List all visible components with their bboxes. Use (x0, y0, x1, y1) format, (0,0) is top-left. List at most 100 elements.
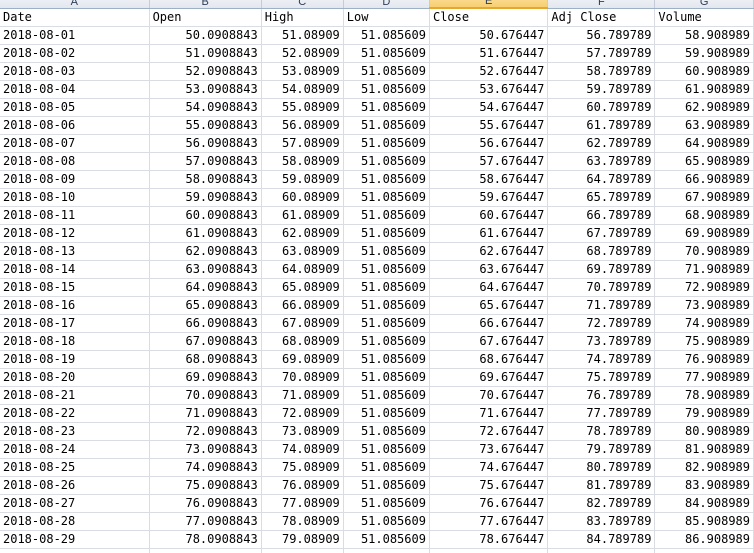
cell-low[interactable]: 51.085609 (343, 314, 430, 333)
cell-close[interactable]: 78.676447 (429, 530, 549, 549)
cell-volume[interactable]: 84.908989 (654, 494, 754, 513)
cell-date[interactable]: 2018-08-14 (0, 260, 150, 279)
cell-volume[interactable]: 85.908989 (654, 512, 754, 531)
cell-adj-close[interactable]: 76.789789 (547, 386, 656, 405)
cell-open[interactable]: 60.0908843 (149, 206, 262, 225)
cell-close[interactable]: 76.676447 (429, 494, 549, 513)
cell-date[interactable]: 2018-08-26 (0, 476, 150, 495)
cell-low[interactable]: 51.085609 (343, 242, 430, 261)
cell-open[interactable]: 69.0908843 (149, 368, 262, 387)
cell-adj-close[interactable]: 62.789789 (547, 134, 656, 153)
cell-close[interactable]: 67.676447 (429, 332, 549, 351)
cell-low[interactable]: 51.085609 (343, 458, 430, 477)
cell-volume[interactable]: 62.908989 (654, 98, 754, 117)
cell-low[interactable]: 51.085609 (343, 206, 430, 225)
cell-close[interactable]: 68.676447 (429, 350, 549, 369)
cell-volume[interactable]: 66.908989 (654, 170, 754, 189)
cell-high[interactable]: 74.08909 (261, 440, 344, 459)
cell-volume[interactable]: 63.908989 (654, 116, 754, 135)
cell-open[interactable]: 72.0908843 (149, 422, 262, 441)
cell-high[interactable]: 76.08909 (261, 476, 344, 495)
cell-low[interactable]: 51.085609 (343, 476, 430, 495)
cell-open[interactable]: 54.0908843 (149, 98, 262, 117)
cell-adj-close[interactable]: 66.789789 (547, 206, 656, 225)
cell-open[interactable]: 71.0908843 (149, 404, 262, 423)
cell-low[interactable]: 51.085609 (343, 440, 430, 459)
cell-date[interactable]: 2018-08-27 (0, 494, 150, 513)
cell-header-date[interactable]: Date (0, 8, 150, 27)
cell-close[interactable]: 54.676447 (429, 98, 549, 117)
cell-volume[interactable]: 75.908989 (654, 332, 754, 351)
cell-open[interactable]: 74.0908843 (149, 458, 262, 477)
cell-adj-close[interactable]: 81.789789 (547, 476, 656, 495)
cell-high[interactable]: 61.08909 (261, 206, 344, 225)
cell-adj-close[interactable]: 75.789789 (547, 368, 656, 387)
cell-low[interactable]: 51.085609 (343, 80, 430, 99)
cell-open[interactable]: 53.0908843 (149, 80, 262, 99)
cell-header-volume[interactable]: Volume (654, 8, 754, 27)
cell-low[interactable]: 51.085609 (343, 170, 430, 189)
cell-adj-close[interactable]: 56.789789 (547, 26, 656, 45)
cell-adj-close[interactable]: 65.789789 (547, 188, 656, 207)
cell-close[interactable]: 55.676447 (429, 116, 549, 135)
cell-adj-close[interactable]: 82.789789 (547, 494, 656, 513)
cell-low[interactable]: 51.085609 (343, 134, 430, 153)
cell-close[interactable]: 66.676447 (429, 314, 549, 333)
cell-date[interactable]: 2018-08-09 (0, 170, 150, 189)
cell-header-close[interactable]: Close (429, 8, 549, 27)
cell-open[interactable]: 50.0908843 (149, 26, 262, 45)
cell-open[interactable]: 64.0908843 (149, 278, 262, 297)
cell-close[interactable]: 57.676447 (429, 152, 549, 171)
cell-volume[interactable]: 81.908989 (654, 440, 754, 459)
cell-close[interactable]: 56.676447 (429, 134, 549, 153)
cell-low[interactable]: 51.085609 (343, 386, 430, 405)
cell-close[interactable]: 52.676447 (429, 62, 549, 81)
cell-close[interactable]: 60.676447 (429, 206, 549, 225)
cell-volume[interactable]: 72.908989 (654, 278, 754, 297)
cell-open[interactable]: 76.0908843 (149, 494, 262, 513)
cell-close[interactable]: 75.676447 (429, 476, 549, 495)
cell-low[interactable]: 51.085609 (343, 512, 430, 531)
cell-low[interactable]: 51.085609 (343, 422, 430, 441)
cell-low[interactable]: 51.085609 (343, 494, 430, 513)
cell-adj-close[interactable]: 79.789789 (547, 440, 656, 459)
cell-close[interactable]: 74.676447 (429, 458, 549, 477)
cell-date[interactable]: 2018-08-12 (0, 224, 150, 243)
cell-close[interactable]: 65.676447 (429, 296, 549, 315)
cell-volume[interactable]: 79.908989 (654, 404, 754, 423)
cell-open[interactable]: 51.0908843 (149, 44, 262, 63)
cell-volume[interactable]: 82.908989 (654, 458, 754, 477)
cell-date[interactable]: 2018-08-22 (0, 404, 150, 423)
cell-adj-close[interactable]: 57.789789 (547, 44, 656, 63)
column-header-g[interactable]: G (654, 0, 754, 9)
cell-date[interactable]: 2018-08-08 (0, 152, 150, 171)
cell-high[interactable]: 78.08909 (261, 512, 344, 531)
cell-adj-close[interactable]: 73.789789 (547, 332, 656, 351)
cell-date[interactable]: 2018-08-03 (0, 62, 150, 81)
column-header-f[interactable]: F (547, 0, 656, 9)
cell-date[interactable]: 2018-08-07 (0, 134, 150, 153)
cell-volume[interactable]: 60.908989 (654, 62, 754, 81)
spreadsheet-grid[interactable]: A B C D E F G Date Open High Low Close A… (0, 0, 754, 553)
cell-open[interactable]: 63.0908843 (149, 260, 262, 279)
cell-open[interactable]: 70.0908843 (149, 386, 262, 405)
cell-high[interactable]: 71.08909 (261, 386, 344, 405)
cell-high[interactable]: 55.08909 (261, 98, 344, 117)
cell-header-low[interactable]: Low (343, 8, 430, 27)
cell-volume[interactable]: 80.908989 (654, 422, 754, 441)
cell-open[interactable]: 61.0908843 (149, 224, 262, 243)
cell-open[interactable]: 67.0908843 (149, 332, 262, 351)
cell-low[interactable]: 51.085609 (343, 44, 430, 63)
empty-cell[interactable] (343, 548, 430, 553)
cell-close[interactable]: 51.676447 (429, 44, 549, 63)
cell-volume[interactable]: 86.908989 (654, 530, 754, 549)
cell-low[interactable]: 51.085609 (343, 152, 430, 171)
cell-adj-close[interactable]: 67.789789 (547, 224, 656, 243)
cell-high[interactable]: 65.08909 (261, 278, 344, 297)
cell-volume[interactable]: 69.908989 (654, 224, 754, 243)
cell-open[interactable]: 52.0908843 (149, 62, 262, 81)
cell-date[interactable]: 2018-08-04 (0, 80, 150, 99)
cell-high[interactable]: 62.08909 (261, 224, 344, 243)
cell-adj-close[interactable]: 74.789789 (547, 350, 656, 369)
cell-open[interactable]: 66.0908843 (149, 314, 262, 333)
